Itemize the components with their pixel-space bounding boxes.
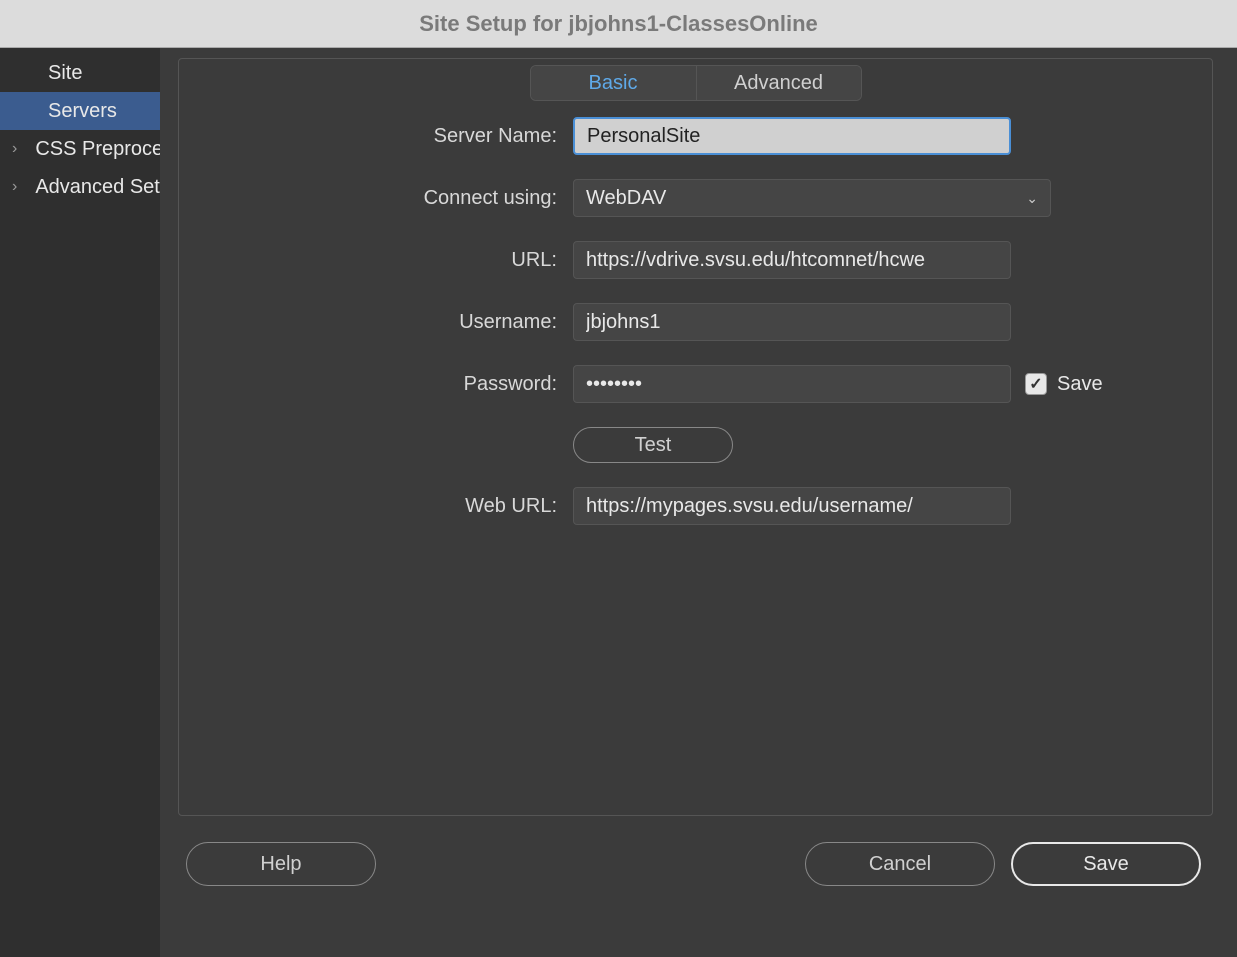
- sidebar-item-label: Servers: [48, 100, 117, 123]
- row-username: Username:: [179, 303, 1212, 341]
- chevron-right-icon: ›: [12, 140, 17, 158]
- button-label: Test: [635, 434, 672, 457]
- password-input[interactable]: [573, 365, 1011, 403]
- select-value: WebDAV: [586, 187, 666, 210]
- sidebar: Site Servers › CSS Preprocessors › Advan…: [0, 48, 160, 957]
- main-layout: Site Servers › CSS Preprocessors › Advan…: [0, 48, 1237, 957]
- row-connect-using: Connect using: WebDAV ⌄: [179, 179, 1212, 217]
- button-label: Cancel: [869, 853, 931, 876]
- tab-basic[interactable]: Basic: [531, 66, 696, 100]
- sidebar-item-label: Advanced Settings: [35, 176, 160, 199]
- window-title: Site Setup for jbjohns1-ClassesOnline: [419, 11, 818, 37]
- tab-bar: Basic Advanced: [179, 65, 1212, 101]
- bottom-right-buttons: Cancel Save: [805, 842, 1201, 886]
- tab-advanced[interactable]: Advanced: [696, 66, 861, 100]
- url-label: URL:: [179, 249, 573, 272]
- chevron-right-icon: ›: [12, 178, 17, 196]
- row-server-name: Server Name:: [179, 117, 1212, 155]
- tab-group: Basic Advanced: [530, 65, 862, 101]
- url-input[interactable]: [573, 241, 1011, 279]
- sidebar-item-servers[interactable]: Servers: [0, 92, 160, 130]
- bottom-bar: Help Cancel Save: [160, 816, 1237, 886]
- save-password-checkbox[interactable]: ✓: [1025, 373, 1047, 395]
- row-password: Password: ✓ Save: [179, 365, 1212, 403]
- content-area: Basic Advanced Server Name: Connect usin…: [160, 48, 1237, 957]
- tab-label: Advanced: [734, 72, 823, 95]
- row-test: Test: [179, 427, 1212, 463]
- button-label: Help: [260, 853, 301, 876]
- sidebar-item-label: Site: [48, 62, 82, 85]
- web-url-input[interactable]: [573, 487, 1011, 525]
- cancel-button[interactable]: Cancel: [805, 842, 995, 886]
- row-url: URL:: [179, 241, 1212, 279]
- username-label: Username:: [179, 311, 573, 334]
- sidebar-item-label: CSS Preprocessors: [35, 138, 160, 161]
- sidebar-item-css-preprocessors[interactable]: › CSS Preprocessors: [0, 130, 160, 168]
- server-name-input[interactable]: [573, 117, 1011, 155]
- server-name-label: Server Name:: [179, 125, 573, 148]
- connect-using-label: Connect using:: [179, 187, 573, 210]
- password-label: Password:: [179, 373, 573, 396]
- chevron-down-icon: ⌄: [1026, 190, 1038, 207]
- username-input[interactable]: [573, 303, 1011, 341]
- title-bar: Site Setup for jbjohns1-ClassesOnline: [0, 0, 1237, 48]
- spacer: [179, 427, 573, 463]
- sidebar-item-advanced-settings[interactable]: › Advanced Settings: [0, 168, 160, 206]
- test-button[interactable]: Test: [573, 427, 733, 463]
- button-label: Save: [1083, 853, 1129, 876]
- row-web-url: Web URL:: [179, 487, 1212, 525]
- settings-panel: Basic Advanced Server Name: Connect usin…: [178, 58, 1213, 816]
- save-password-label: Save: [1057, 373, 1103, 396]
- save-password-wrap: ✓ Save: [1025, 373, 1103, 396]
- web-url-label: Web URL:: [179, 495, 573, 518]
- help-button[interactable]: Help: [186, 842, 376, 886]
- connect-using-select[interactable]: WebDAV ⌄: [573, 179, 1051, 217]
- sidebar-item-site[interactable]: Site: [0, 54, 160, 92]
- save-button[interactable]: Save: [1011, 842, 1201, 886]
- tab-label: Basic: [589, 72, 638, 95]
